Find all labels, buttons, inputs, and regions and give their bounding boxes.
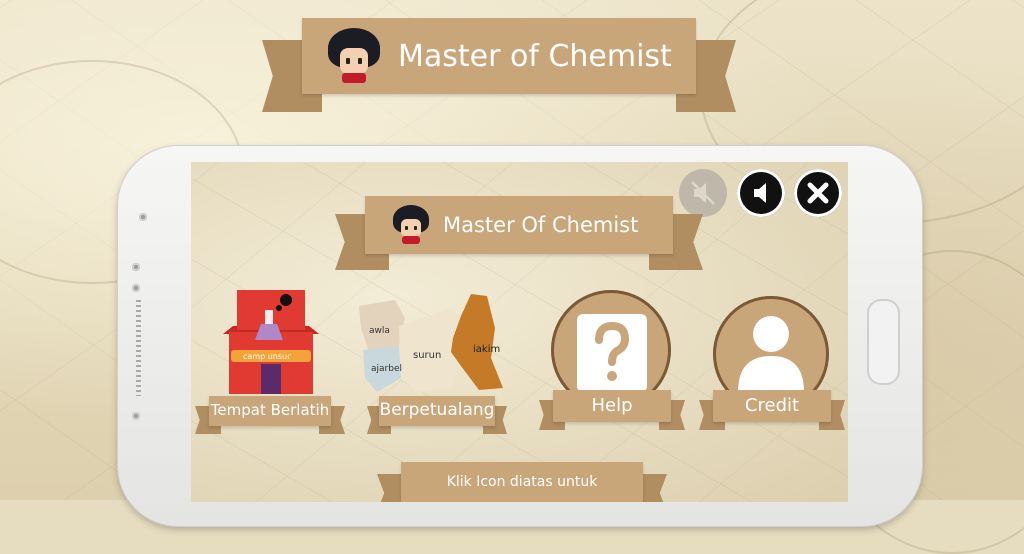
menu-adventure-label: Berpetualang [379, 400, 495, 420]
speaker-icon [754, 183, 766, 203]
map-icon [359, 294, 503, 392]
avatar [328, 28, 380, 84]
menu-help-label: Help [591, 395, 633, 416]
header-banner: Master of Chemist [262, 18, 736, 114]
avatar [393, 205, 429, 245]
phone-speaker [136, 300, 141, 396]
region-label: iakim [473, 344, 501, 355]
screen-title: Master Of Chemist [443, 213, 639, 237]
phone-sensor [132, 284, 140, 292]
menu-adventure[interactable]: awla surun iakim ajarbel Berpetualang [355, 288, 515, 434]
phone-sensor [132, 263, 140, 271]
lab-house-icon [223, 290, 319, 394]
sound-button[interactable] [737, 169, 785, 217]
menu-training[interactable]: camp unsur Tempat Berlatih [195, 288, 345, 434]
app-title: Master of Chemist [398, 38, 672, 74]
person-icon [738, 316, 804, 392]
phone-screen: Master Of Chemist camp unsur Tempat Berl… [191, 162, 848, 502]
screen-title-banner: Master Of Chemist [335, 196, 703, 272]
phone-camera [139, 213, 147, 221]
region-label: awla [369, 326, 390, 336]
close-button[interactable] [794, 169, 842, 217]
menu-training-label: Tempat Berlatih [210, 401, 330, 419]
footer-banner: Klik Icon diatas untuk [377, 462, 667, 502]
phone-home-button[interactable] [867, 299, 900, 385]
menu-help[interactable]: Help [539, 288, 685, 434]
footer-hint: Klik Icon diatas untuk [446, 474, 598, 490]
menu-credit-label: Credit [744, 395, 800, 416]
region-label: ajarbel [371, 364, 402, 374]
region-label: surun [413, 350, 442, 361]
close-icon [807, 182, 829, 204]
lab-sign: camp unsur [243, 352, 291, 361]
phone-sensor [132, 412, 140, 420]
question-icon [577, 314, 647, 392]
menu-credit[interactable]: Credit [699, 288, 845, 434]
